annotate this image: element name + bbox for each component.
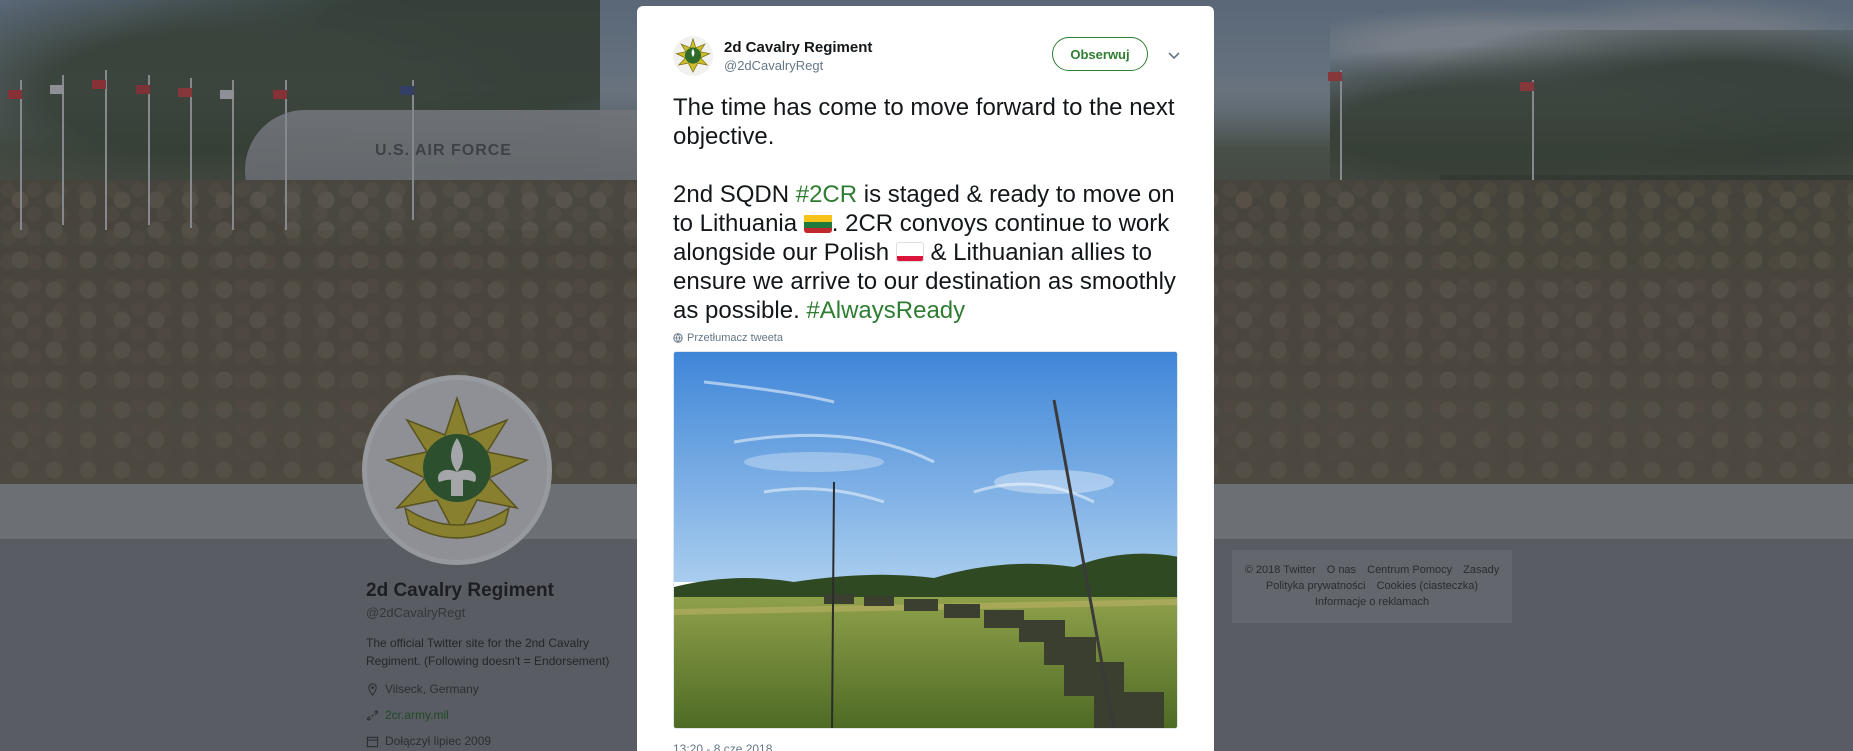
tweet-author-name[interactable]: 2d Cavalry Regiment <box>724 39 872 56</box>
tweet-author-info: 2d Cavalry Regiment @2dCavalryRegt <box>724 39 872 73</box>
tweet-author-handle[interactable]: @2dCavalryRegt <box>724 58 872 73</box>
tweet-modal: 2d Cavalry Regiment @2dCavalryRegt Obser… <box>637 6 1214 751</box>
convoy-field-photo <box>674 352 1177 728</box>
tweet-timestamp[interactable]: 13:20 - 8 cze 2018 <box>673 742 772 751</box>
regiment-crest-icon <box>675 37 711 73</box>
tweet-text-part: 2nd SQDN <box>673 181 796 208</box>
tweet-header: 2d Cavalry Regiment @2dCavalryRegt <box>673 36 872 76</box>
poland-flag-icon <box>895 242 924 262</box>
tweet-author-avatar[interactable] <box>673 36 713 76</box>
follow-button[interactable]: Obserwuj <box>1052 37 1148 71</box>
tweet-text: The time has come to move forward to the… <box>673 93 1188 325</box>
globe-icon <box>673 333 683 343</box>
chevron-down-icon[interactable] <box>1167 48 1181 62</box>
tweet-text-intro: The time has come to move forward to the… <box>673 94 1182 150</box>
tweet-photo[interactable] <box>673 351 1178 729</box>
hashtag-alwaysready-link[interactable]: #AlwaysReady <box>806 297 965 324</box>
lithuania-flag-icon <box>803 213 832 233</box>
hashtag-2cr-link[interactable]: #2CR <box>796 181 857 208</box>
translate-tweet[interactable]: Przetłumacz tweeta <box>673 332 783 344</box>
translate-label[interactable]: Przetłumacz tweeta <box>687 332 783 344</box>
